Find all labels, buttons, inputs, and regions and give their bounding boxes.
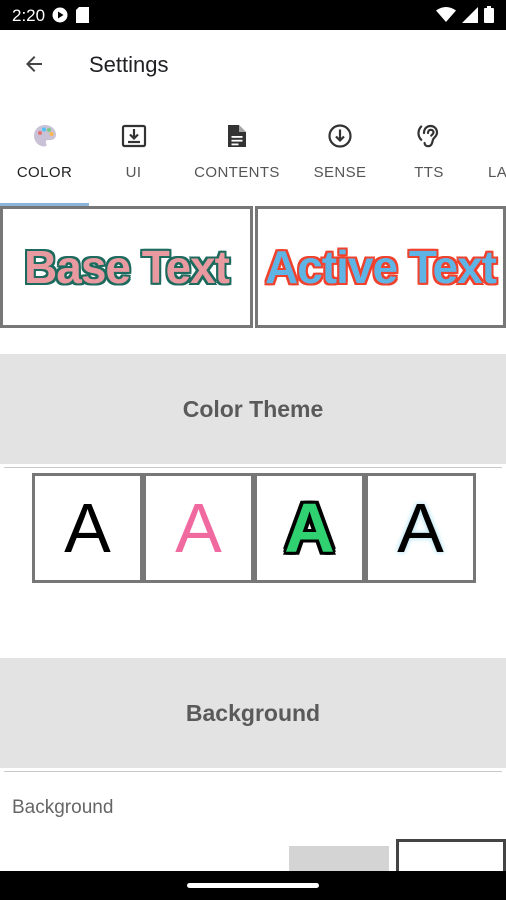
hearing-icon: [415, 122, 443, 150]
home-handle[interactable]: [187, 883, 319, 888]
cell-signal-icon: [462, 6, 478, 28]
tab-contents[interactable]: CONTENTS: [184, 100, 290, 206]
tab-label: CONTENTS: [194, 164, 280, 181]
tab-color[interactable]: COLOR: [0, 100, 89, 206]
arrow-down-circle-icon: [326, 122, 354, 150]
divider: [4, 771, 502, 772]
tab-bar: COLOR UI CONTENTS SENSE TTS LA: [0, 100, 506, 206]
theme-option-black[interactable]: A: [32, 473, 143, 583]
tab-label: SENSE: [313, 164, 367, 181]
download-box-icon: [120, 122, 148, 150]
active-text-sample: Active Text: [264, 241, 497, 293]
theme-option-pink[interactable]: A: [143, 473, 254, 583]
app-bar: Settings: [0, 30, 506, 100]
theme-glyph: A: [397, 489, 444, 567]
tab-label: LA: [488, 164, 506, 181]
theme-option-green-outline[interactable]: A: [254, 473, 365, 583]
status-right-icons: [436, 6, 494, 28]
divider: [4, 467, 502, 468]
status-time: 2:20: [12, 6, 46, 25]
tab-label: COLOR: [16, 164, 73, 181]
tab-label: TTS: [414, 164, 444, 181]
palette-icon: [31, 122, 59, 150]
background-label: Background: [12, 797, 114, 818]
page-title: Settings: [89, 52, 169, 77]
base-text-preview[interactable]: Base Text: [0, 206, 253, 328]
media-play-icon: [52, 7, 68, 28]
color-theme-header: Color Theme: [0, 354, 506, 464]
text-preview-row: Base Text Active Text: [0, 206, 506, 328]
battery-icon: [484, 6, 494, 28]
status-bar: 2:20: [0, 0, 506, 30]
tab-label: UI: [125, 164, 142, 181]
status-left-icons: [52, 7, 89, 28]
document-icon: [223, 122, 251, 150]
tab-tts[interactable]: TTS: [390, 100, 468, 206]
tab-sense[interactable]: SENSE: [298, 100, 382, 206]
sd-card-icon: [76, 7, 89, 28]
theme-glyph: A: [175, 489, 222, 567]
arrow-back-icon: [22, 52, 46, 81]
tab-la[interactable]: LA: [476, 100, 506, 206]
back-button[interactable]: [18, 50, 50, 82]
base-text-sample: Base Text: [24, 241, 230, 293]
background-header: Background: [0, 658, 506, 768]
theme-glyph: A: [284, 489, 335, 567]
navigation-bar: [0, 871, 506, 900]
color-theme-options: A A A A: [32, 473, 476, 583]
theme-glyph: A: [64, 489, 111, 567]
section-title: Background: [185, 699, 321, 726]
theme-option-glow[interactable]: A: [365, 473, 476, 583]
tab-ui[interactable]: UI: [89, 100, 178, 206]
wifi-icon: [436, 6, 456, 28]
active-text-preview[interactable]: Active Text: [255, 206, 506, 328]
section-title: Color Theme: [182, 395, 324, 422]
